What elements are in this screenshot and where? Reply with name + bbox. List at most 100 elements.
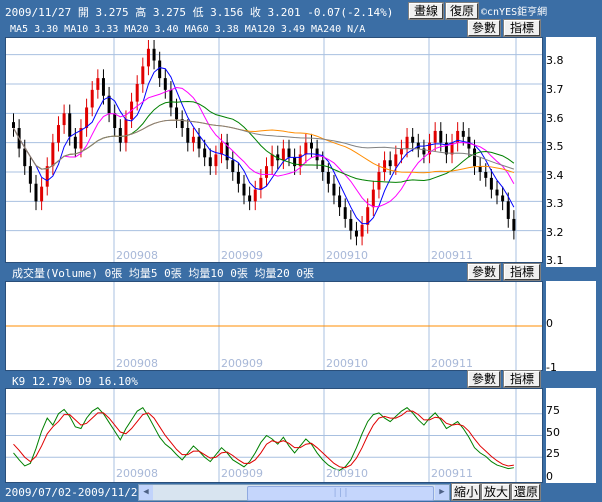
price-indicator-button[interactable]: 指標 [503,19,541,37]
candle-body [506,201,510,219]
candle-body [309,142,313,149]
candle-body [191,136,195,143]
candle-body [118,128,122,143]
quote-line: 2009/11/27 開 3.275 高 3.275 低 3.156 收 3.2… [5,6,394,19]
ma120-line [13,119,515,170]
candle-body [220,142,224,155]
candle-body [405,136,409,149]
month-label: 200908 [116,357,158,370]
candle-body [416,142,420,149]
kd-tick: 0 [546,470,553,483]
candle-body [158,60,162,79]
scroll-thumb[interactable]: ||| [247,486,434,501]
kd-panel[interactable]: 200908 200909 200910 200911 [5,388,543,483]
candle-body [208,157,212,167]
candle-body [175,107,179,120]
draw-line-button[interactable]: 畫線 [408,2,444,20]
candle-body [394,154,398,167]
candle-body [478,166,482,172]
candle-body [495,189,499,196]
restore-button[interactable]: 還原 [511,483,541,501]
candle-body [253,189,257,202]
month-label: 200909 [221,357,263,370]
kd-axis: 75 50 25 0 [546,388,596,483]
candle-body [388,160,392,167]
kd-param-button[interactable]: 參數 [467,370,501,388]
candle-body [332,183,336,196]
price-tick: 3.7 [546,83,564,96]
date-range: 2009/07/02-2009/11/27 [5,486,145,499]
volume-param-button[interactable]: 參數 [467,263,501,281]
candle-body [113,113,117,128]
month-label: 200908 [116,249,158,262]
kd-indicator-button[interactable]: 指標 [503,370,541,388]
candle-body [360,224,364,237]
candle-body [354,230,358,237]
candle-body [433,130,437,143]
candle-body [96,78,100,90]
kd-tick: 25 [546,447,560,460]
candle-body [68,113,72,137]
candle-body [287,148,291,158]
ma60-line [13,119,515,174]
candle-body [90,89,94,108]
scroll-right-button[interactable]: ▶ [435,485,449,500]
volume-tick: 0 [546,317,553,330]
candle-body [62,113,66,126]
candle-body [107,95,111,114]
price-tick: 3.8 [546,54,564,67]
candle-body [501,195,505,202]
month-label: 200910 [326,249,368,262]
candle-body [473,148,477,167]
ma-legend: MA5 3.30 MA10 3.33 MA20 3.40 MA60 3.38 M… [10,24,366,35]
month-label: 200911 [431,249,473,262]
horizontal-scrollbar[interactable]: ◀ ||| ▶ [138,484,450,501]
candle-body [281,148,285,161]
price-tick: 3.4 [546,169,564,182]
candle-body [214,154,218,167]
candle-body [85,107,89,128]
copyright-text: ©cnYES鉅亨網 [481,7,548,18]
kd-tick: 75 [546,404,560,417]
candle-body [270,154,274,167]
candle-body [51,142,55,167]
candle-body [236,172,240,184]
price-panel[interactable]: 200908 200909 200910 200911 [5,37,543,263]
zoom-out-button[interactable]: 縮小 [451,483,481,501]
price-tick: 3.6 [546,112,564,125]
candle-body [28,166,32,184]
candle-body [343,207,347,219]
candle-body [186,128,190,143]
scroll-left-button[interactable]: ◀ [139,485,153,500]
volume-panel[interactable]: 200908 200909 200910 200911 [5,281,543,371]
candle-body [197,136,201,149]
candle-body [135,84,139,102]
price-chart [6,38,542,262]
price-param-button[interactable]: 參數 [467,19,501,37]
candle-body [399,148,403,155]
candle-body [242,183,246,196]
candle-body [248,195,252,202]
month-label: 200908 [116,467,158,480]
candle-body [383,160,387,172]
month-label: 200909 [221,249,263,262]
zoom-in-button[interactable]: 放大 [481,483,511,501]
candle-body [439,130,443,143]
volume-indicator-button[interactable]: 指標 [503,263,541,281]
kd-tick: 50 [546,426,560,439]
k-line [13,406,514,471]
candle-body [484,172,488,178]
kd-legend: K9 12.79% D9 16.10% [12,375,138,388]
candle-body [203,148,207,158]
price-axis: 3.8 3.7 3.6 3.5 3.4 3.3 3.2 3.1 [546,37,596,267]
candle-body [326,172,330,184]
candle-body [73,136,77,149]
price-tick: 3.2 [546,226,564,239]
candle-body [411,136,415,143]
undo-button[interactable]: 復原 [445,2,479,20]
candle-body [349,218,353,231]
candle-body [152,48,156,61]
month-label: 200911 [431,467,473,480]
candle-body [377,172,381,190]
candle-body [371,189,375,208]
